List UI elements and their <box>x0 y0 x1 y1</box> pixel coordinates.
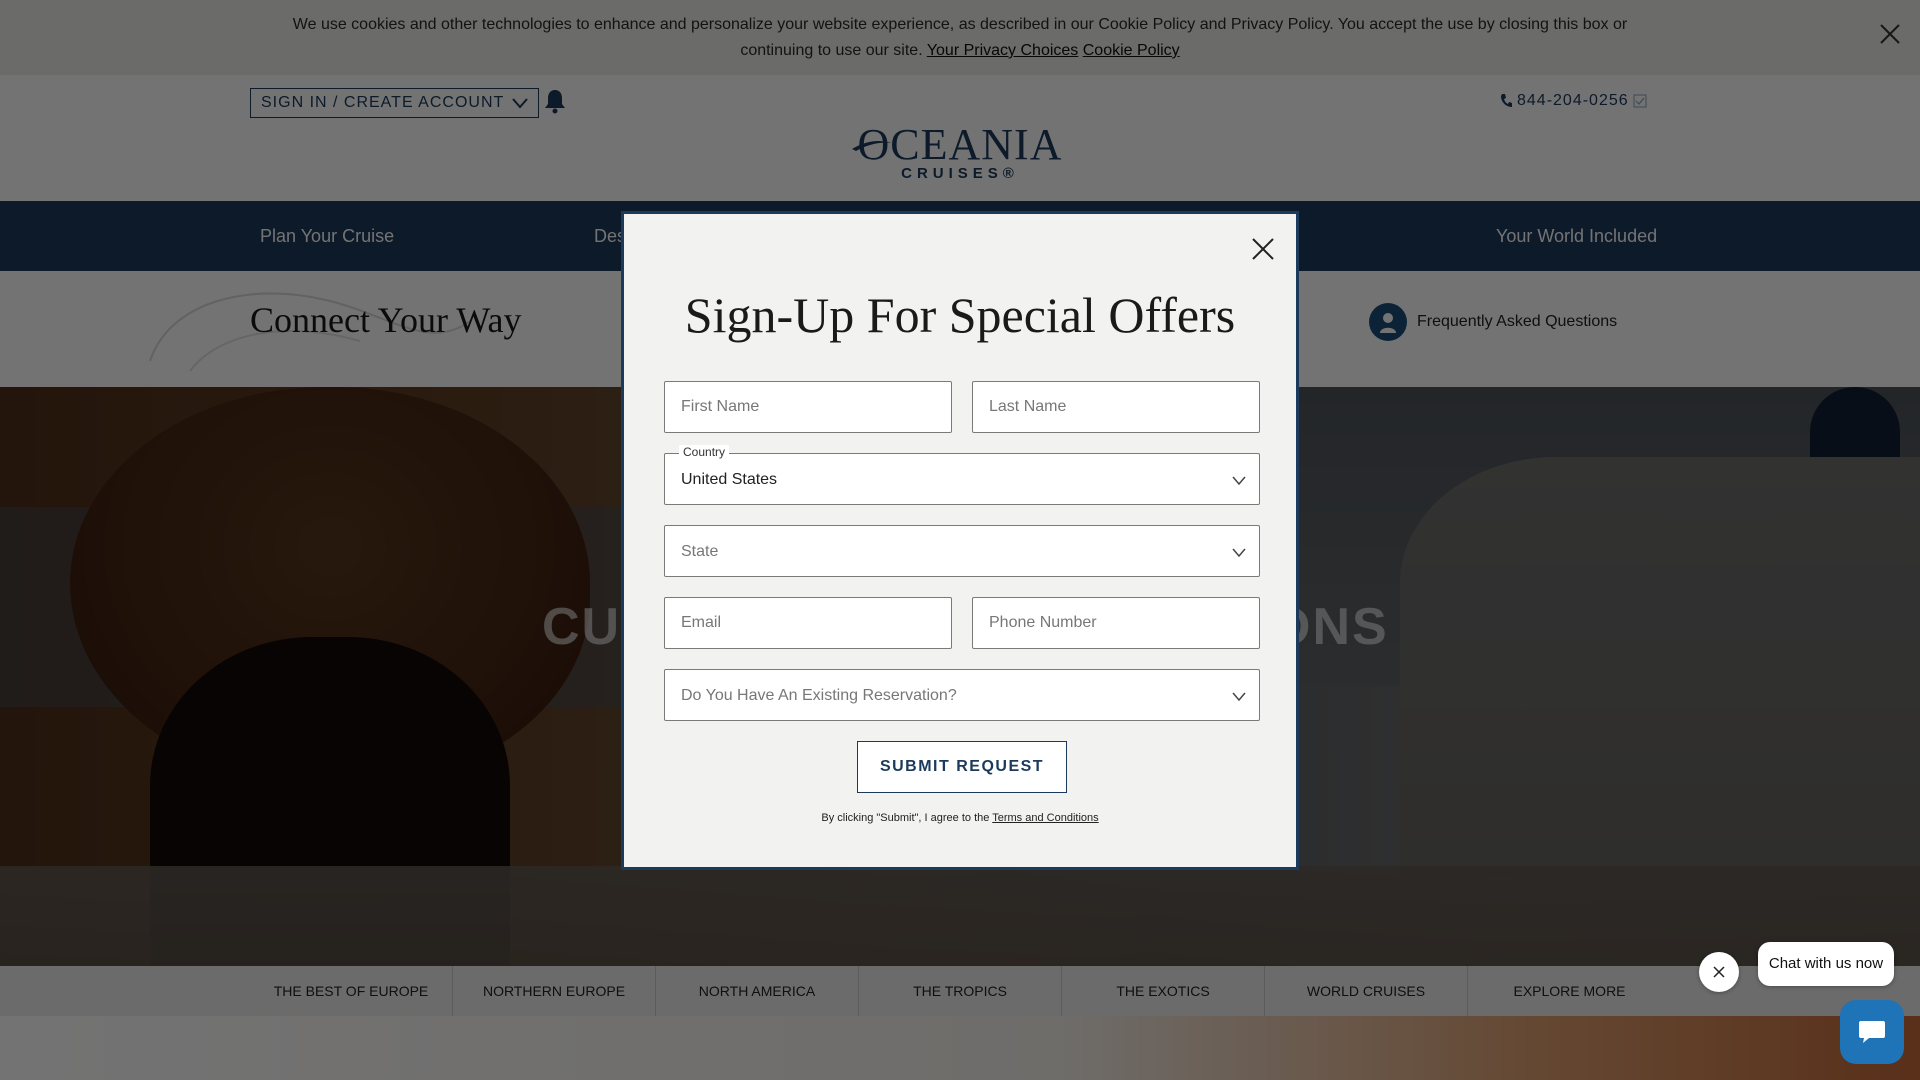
tab-explore-more[interactable]: EXPLORE MORE <box>1468 966 1671 1016</box>
email-field[interactable] <box>664 597 952 649</box>
region-tabs: THE BEST OF EUROPE NORTHERN EUROPE NORTH… <box>0 966 1920 1016</box>
email-input[interactable] <box>665 598 951 648</box>
submit-request-button[interactable]: SUBMIT REQUEST <box>857 741 1067 793</box>
terms-text: By clicking "Submit", I agree to the Ter… <box>624 812 1296 824</box>
cookie-banner: We use cookies and other technologies to… <box>0 0 1920 75</box>
chat-launcher-button[interactable] <box>1840 1000 1904 1064</box>
reservation-placeholder: Do You Have An Existing Reservation? <box>681 687 957 704</box>
tab-northern-europe[interactable]: NORTHERN EUROPE <box>453 966 656 1016</box>
phone-input[interactable] <box>973 598 1259 648</box>
reservation-select[interactable]: Do You Have An Existing Reservation? <box>664 669 1260 721</box>
tab-best-of-europe[interactable]: THE BEST OF EUROPE <box>250 966 453 1016</box>
page-title: Connect Your Way <box>250 300 522 340</box>
close-icon <box>1713 966 1725 978</box>
person-icon <box>1369 303 1407 341</box>
cookie-text-line2-wrap: continuing to use our site. Your Privacy… <box>0 38 1920 64</box>
chat-icon <box>1859 1021 1885 1043</box>
signup-modal: Sign-Up For Special Offers Country Unite… <box>621 211 1299 870</box>
signin-button[interactable]: SIGN IN / CREATE ACCOUNT <box>250 88 540 118</box>
state-placeholder: State <box>681 543 719 560</box>
chevron-down-icon <box>512 98 529 109</box>
bottom-banner <box>0 1016 1920 1080</box>
signin-label: SIGN IN / CREATE ACCOUNT <box>261 94 505 111</box>
logo-swoosh-icon <box>852 141 892 151</box>
first-name-input[interactable] <box>665 382 951 432</box>
hero-heading-left: CU <box>542 598 622 656</box>
last-name-input[interactable] <box>973 382 1259 432</box>
terms-link[interactable]: Terms and Conditions <box>992 812 1098 824</box>
faq-label: Frequently Asked Questions <box>1417 313 1618 330</box>
chevron-down-icon <box>1232 476 1246 486</box>
country-value: United States <box>681 471 778 488</box>
country-select[interactable]: Country United States <box>664 445 1260 505</box>
last-name-field[interactable] <box>972 381 1260 433</box>
faq-link[interactable]: Frequently Asked Questions <box>1369 303 1617 341</box>
cookie-text-line2: continuing to use our site. <box>740 42 923 59</box>
chevron-down-icon <box>1232 692 1246 702</box>
chat-prompt[interactable]: Chat with us now <box>1758 942 1894 986</box>
close-icon[interactable] <box>1876 20 1904 48</box>
nav-your-world-included[interactable]: Your World Included <box>1496 201 1657 271</box>
tab-the-exotics[interactable]: THE EXOTICS <box>1062 966 1265 1016</box>
bell-icon[interactable] <box>543 88 567 114</box>
chevron-down-icon <box>1232 548 1246 558</box>
cookie-text-line1: We use cookies and other technologies to… <box>292 16 1628 33</box>
close-icon[interactable] <box>1250 236 1276 262</box>
tab-world-cruises[interactable]: WORLD CRUISES <box>1265 966 1468 1016</box>
phone-icon <box>1501 94 1512 107</box>
first-name-field[interactable] <box>664 381 952 433</box>
terms-prefix: By clicking "Submit", I agree to the <box>821 812 990 824</box>
state-select[interactable]: State <box>664 525 1260 577</box>
phone-field[interactable] <box>972 597 1260 649</box>
checkbox-icon <box>1633 94 1647 108</box>
cookie-policy-link[interactable]: Cookie Policy <box>1083 42 1180 59</box>
privacy-choices-link[interactable]: Your Privacy Choices <box>927 42 1078 59</box>
oceania-logo[interactable]: OCEANIA CRUISES® <box>852 123 1068 183</box>
phone-contact[interactable]: 844-204-0256 <box>1499 92 1647 110</box>
chat-dismiss-button[interactable] <box>1699 952 1739 992</box>
tab-the-tropics[interactable]: THE TROPICS <box>859 966 1062 1016</box>
phone-number: 844-204-0256 <box>1517 92 1629 109</box>
nav-plan-your-cruise[interactable]: Plan Your Cruise <box>260 201 394 271</box>
site-header: SIGN IN / CREATE ACCOUNT 844-204-0256 OC… <box>0 75 1920 201</box>
modal-title: Sign-Up For Special Offers <box>684 287 1236 343</box>
tab-north-america[interactable]: NORTH AMERICA <box>656 966 859 1016</box>
